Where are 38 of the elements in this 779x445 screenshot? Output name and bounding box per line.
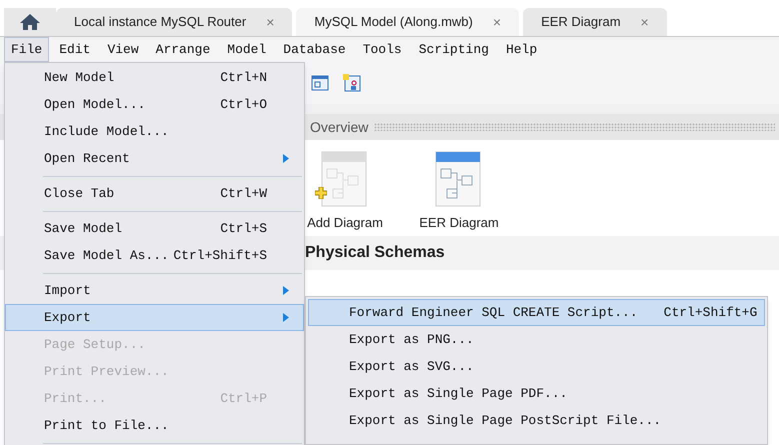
menu-item[interactable]: Export as PNG...	[308, 326, 765, 353]
menu-bar-item[interactable]: Tools	[356, 37, 409, 62]
menu-item[interactable]: Open Model... Ctrl+O	[5, 91, 304, 118]
menu-bar-item[interactable]: Scripting	[412, 37, 496, 62]
document-tab[interactable]: Local instance MySQL Router ×	[56, 8, 292, 36]
menu-item[interactable]: Forward Engineer SQL CREATE Script... Ctrl+Shift+G	[308, 299, 765, 326]
menu-item[interactable]: Save Model As... Ctrl+Shift+S	[5, 242, 304, 269]
menu-item: Print... Ctrl+P	[43, 390, 268, 408]
home-icon[interactable]	[19, 13, 41, 31]
section-title: Overview	[310, 118, 368, 136]
layout-icon[interactable]	[310, 73, 330, 93]
document-tab[interactable]: MySQL Model (Along.mwb) ×	[296, 8, 520, 36]
menu-item[interactable]: Include Model...	[5, 118, 304, 145]
menu-bar-item[interactable]: View	[100, 37, 146, 62]
menu-bar-item[interactable]: Help	[498, 37, 544, 62]
section-title: Physical Schemas	[305, 243, 445, 263]
close-icon[interactable]: ×	[492, 12, 502, 32]
menu-item[interactable]: Export as SVG...	[308, 353, 765, 380]
diagram-tile[interactable]: EER Diagram	[414, 150, 504, 232]
menu-item[interactable]: Print to File...	[5, 412, 304, 439]
menu-item: Print Preview...	[43, 362, 170, 381]
menu-item[interactable]: Export	[5, 304, 304, 331]
close-icon[interactable]: ×	[266, 12, 274, 32]
plus-icon	[315, 186, 327, 198]
menu-bar-item[interactable]: File	[4, 37, 50, 62]
menu-item[interactable]: Export as Single Page PDF...	[308, 380, 765, 407]
menu-bar-item[interactable]: Edit	[52, 37, 98, 62]
diagram-document-icon	[435, 150, 481, 206]
menu-item: Page Setup...	[43, 336, 146, 354]
diagram-document-icon	[321, 150, 367, 206]
menu-item[interactable]: Export as Single Page PostScript File...	[308, 407, 765, 434]
new-diagram-icon[interactable]	[342, 73, 362, 93]
document-tab[interactable]: EER Diagram ×	[523, 8, 667, 36]
menu-item[interactable]: Import	[5, 277, 304, 304]
menu-bar-item[interactable]: Model	[220, 37, 274, 62]
close-icon[interactable]: ×	[640, 12, 649, 32]
menu-bar-item[interactable]: Arrange	[148, 37, 218, 62]
menu-bar-item[interactable]: Database	[276, 37, 353, 62]
